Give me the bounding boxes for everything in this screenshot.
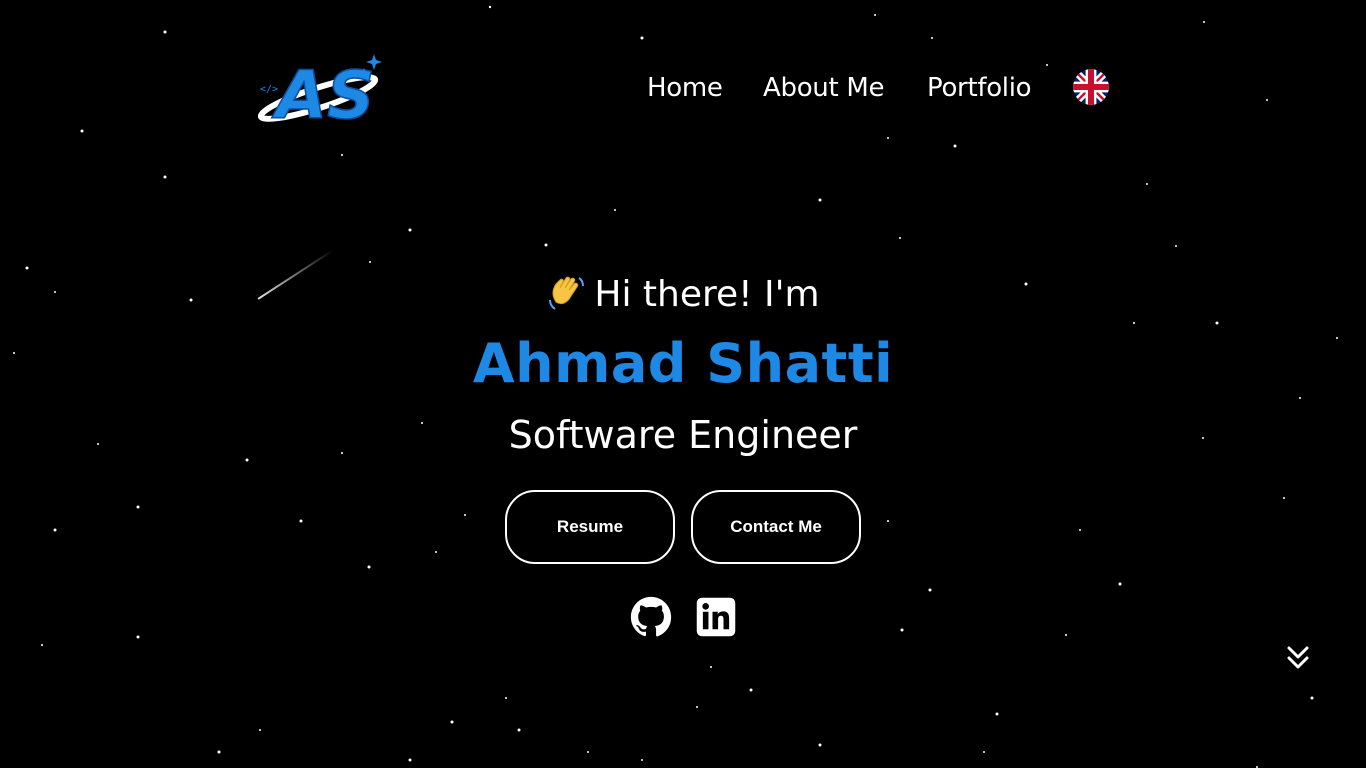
- hero-name: Ahmad Shatti: [472, 332, 894, 395]
- svg-text:AS: AS: [271, 57, 375, 128]
- svg-text:</>: </>: [260, 84, 278, 95]
- nav-portfolio[interactable]: Portfolio: [927, 73, 1032, 103]
- waving-hand-icon: [549, 276, 585, 310]
- nav-home[interactable]: Home: [647, 73, 723, 103]
- logo[interactable]: AS </>: [258, 50, 388, 128]
- resume-button[interactable]: Resume: [505, 490, 675, 564]
- hero-role: Software Engineer: [508, 413, 858, 457]
- uk-flag-icon[interactable]: [1073, 69, 1109, 105]
- contact-me-button[interactable]: Contact Me: [691, 490, 861, 564]
- github-icon[interactable]: [630, 596, 672, 638]
- chevron-double-down-icon[interactable]: [1286, 645, 1310, 671]
- greeting-text: Hi there! I'm: [594, 274, 820, 315]
- linkedin-icon[interactable]: [695, 596, 737, 638]
- greeting: Hi there! I'm: [0, 272, 1366, 315]
- nav-about-me[interactable]: About Me: [763, 73, 884, 103]
